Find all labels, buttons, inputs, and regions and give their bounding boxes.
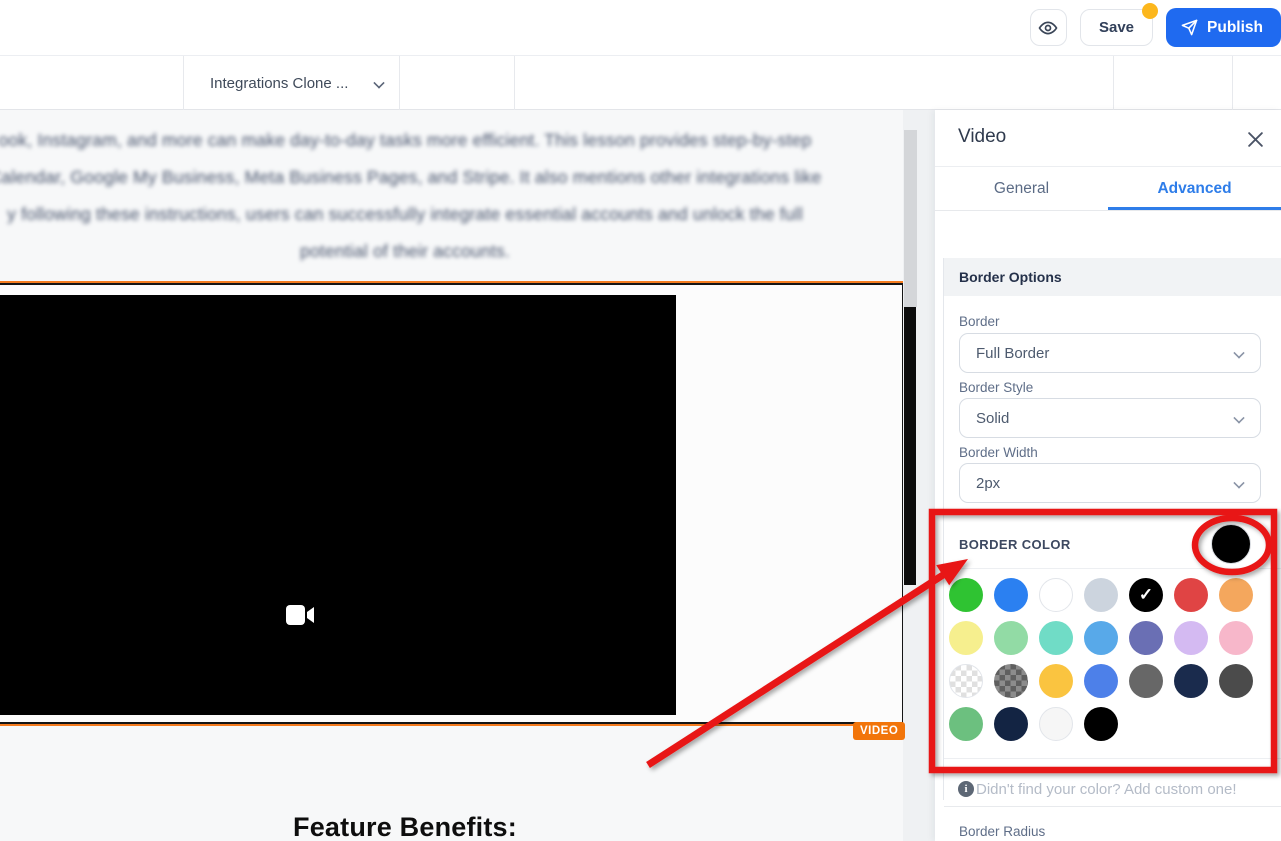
check-icon: ✓	[1129, 578, 1163, 612]
preview-button[interactable]	[1030, 9, 1067, 46]
chevron-down-icon	[1234, 413, 1244, 423]
color-swatch[interactable]	[1039, 578, 1073, 612]
border-style-dropdown[interactable]: Solid	[959, 398, 1261, 438]
border-style-field-label: Border Style	[959, 380, 1033, 395]
canvas-panel-gap	[918, 110, 935, 841]
border-dropdown[interactable]: Full Border	[959, 333, 1261, 373]
blurred-text-line: Calendar, Google My Business, Meta Busin…	[0, 159, 905, 196]
color-swatch[interactable]	[1084, 664, 1118, 698]
blurred-paragraph: ook, Instagram, and more can make day-to…	[0, 122, 905, 270]
color-swatch[interactable]: ✓	[1129, 578, 1163, 612]
editor-toolbar: Integrations Clone ...	[0, 55, 1281, 110]
tab-advanced[interactable]: Advanced	[1108, 167, 1281, 210]
border-style-dropdown-value: Solid	[976, 410, 1009, 427]
eye-icon	[1038, 19, 1058, 37]
save-button[interactable]: Save	[1080, 9, 1153, 46]
blurred-text-line: ook, Instagram, and more can make day-to…	[0, 122, 905, 159]
info-icon: i	[958, 781, 974, 797]
border-dropdown-value: Full Border	[976, 345, 1049, 362]
color-swatch[interactable]	[949, 664, 983, 698]
color-swatch[interactable]	[994, 578, 1028, 612]
toolbar-divider	[399, 56, 400, 110]
add-custom-color-link[interactable]: i Didn't find your color? Add custom one…	[958, 772, 1271, 806]
color-swatch[interactable]	[949, 621, 983, 655]
border-radius-field-label: Border Radius	[959, 824, 1045, 839]
tab-general[interactable]: General	[935, 167, 1108, 210]
canvas-scrollbar-thumb-dark[interactable]	[904, 307, 916, 585]
divider	[944, 758, 1281, 759]
color-swatch[interactable]	[1039, 707, 1073, 741]
send-icon	[1181, 19, 1198, 36]
toolbar-divider	[1113, 56, 1114, 110]
save-button-label: Save	[1099, 19, 1134, 36]
color-swatch[interactable]	[949, 578, 983, 612]
video-camera-icon	[285, 602, 317, 628]
border-width-dropdown[interactable]: 2px	[959, 463, 1261, 503]
border-color-label: BORDER COLOR	[959, 537, 1071, 552]
border-width-field-label: Border Width	[959, 445, 1038, 460]
selected-color-swatch[interactable]	[1211, 524, 1251, 564]
color-swatch[interactable]	[1084, 621, 1118, 655]
border-options-section-header: Border Options	[944, 258, 1281, 296]
color-swatch[interactable]	[949, 707, 983, 741]
editor-canvas: ook, Instagram, and more can make day-to…	[0, 110, 918, 841]
feature-benefits-heading: Feature Benefits:	[0, 812, 810, 841]
color-swatch[interactable]	[1084, 707, 1118, 741]
chevron-down-icon	[374, 78, 384, 88]
color-swatch[interactable]	[1039, 664, 1073, 698]
panel-header: Video	[935, 110, 1281, 167]
color-swatch[interactable]	[1219, 578, 1253, 612]
page-builder-app: Save Publish Integrations Clone ...	[0, 0, 1281, 841]
color-swatch[interactable]	[1129, 621, 1163, 655]
top-header: Save Publish	[0, 0, 1281, 55]
color-swatch[interactable]	[1219, 664, 1253, 698]
video-element-badge: VIDEO	[853, 722, 905, 740]
border-color-header: BORDER COLOR	[944, 522, 1281, 568]
color-swatch[interactable]	[1219, 621, 1253, 655]
color-swatch[interactable]	[994, 621, 1028, 655]
page-selector-dropdown[interactable]: Integrations Clone ...	[210, 56, 384, 110]
divider	[944, 568, 1281, 569]
border-field-label: Border	[959, 314, 1000, 329]
panel-title: Video	[958, 126, 1006, 148]
toolbar-divider	[1232, 56, 1233, 110]
video-settings-panel: Video General Advanced Border Options Bo…	[935, 110, 1281, 841]
divider	[944, 806, 1281, 807]
color-swatch[interactable]	[1129, 664, 1163, 698]
color-swatch[interactable]	[994, 664, 1028, 698]
color-swatch[interactable]	[1084, 578, 1118, 612]
custom-color-hint-text: Didn't find your color? Add custom one!	[976, 781, 1237, 798]
color-swatch[interactable]	[1174, 664, 1208, 698]
border-width-dropdown-value: 2px	[976, 475, 1000, 492]
publish-button[interactable]: Publish	[1166, 8, 1281, 47]
close-panel-button[interactable]	[1241, 125, 1269, 153]
toolbar-divider	[183, 56, 184, 110]
video-player[interactable]	[0, 295, 676, 715]
page-selector-label: Integrations Clone ...	[210, 75, 348, 92]
canvas-scrollbar-thumb[interactable]	[904, 130, 917, 307]
color-swatch[interactable]	[1174, 578, 1208, 612]
unsaved-changes-dot	[1142, 3, 1158, 19]
color-swatch[interactable]	[1039, 621, 1073, 655]
publish-button-label: Publish	[1207, 19, 1263, 37]
chevron-down-icon	[1234, 478, 1244, 488]
panel-tabs: General Advanced	[935, 167, 1281, 211]
toolbar-divider	[514, 56, 515, 110]
blurred-text-line: potential of their accounts.	[0, 233, 905, 270]
close-icon	[1247, 131, 1264, 148]
color-palette-grid: ✓	[949, 578, 1267, 741]
blurred-text-line: y following these instructions, users ca…	[0, 196, 905, 233]
color-swatch[interactable]	[994, 707, 1028, 741]
color-swatch[interactable]	[1174, 621, 1208, 655]
chevron-down-icon	[1234, 348, 1244, 358]
